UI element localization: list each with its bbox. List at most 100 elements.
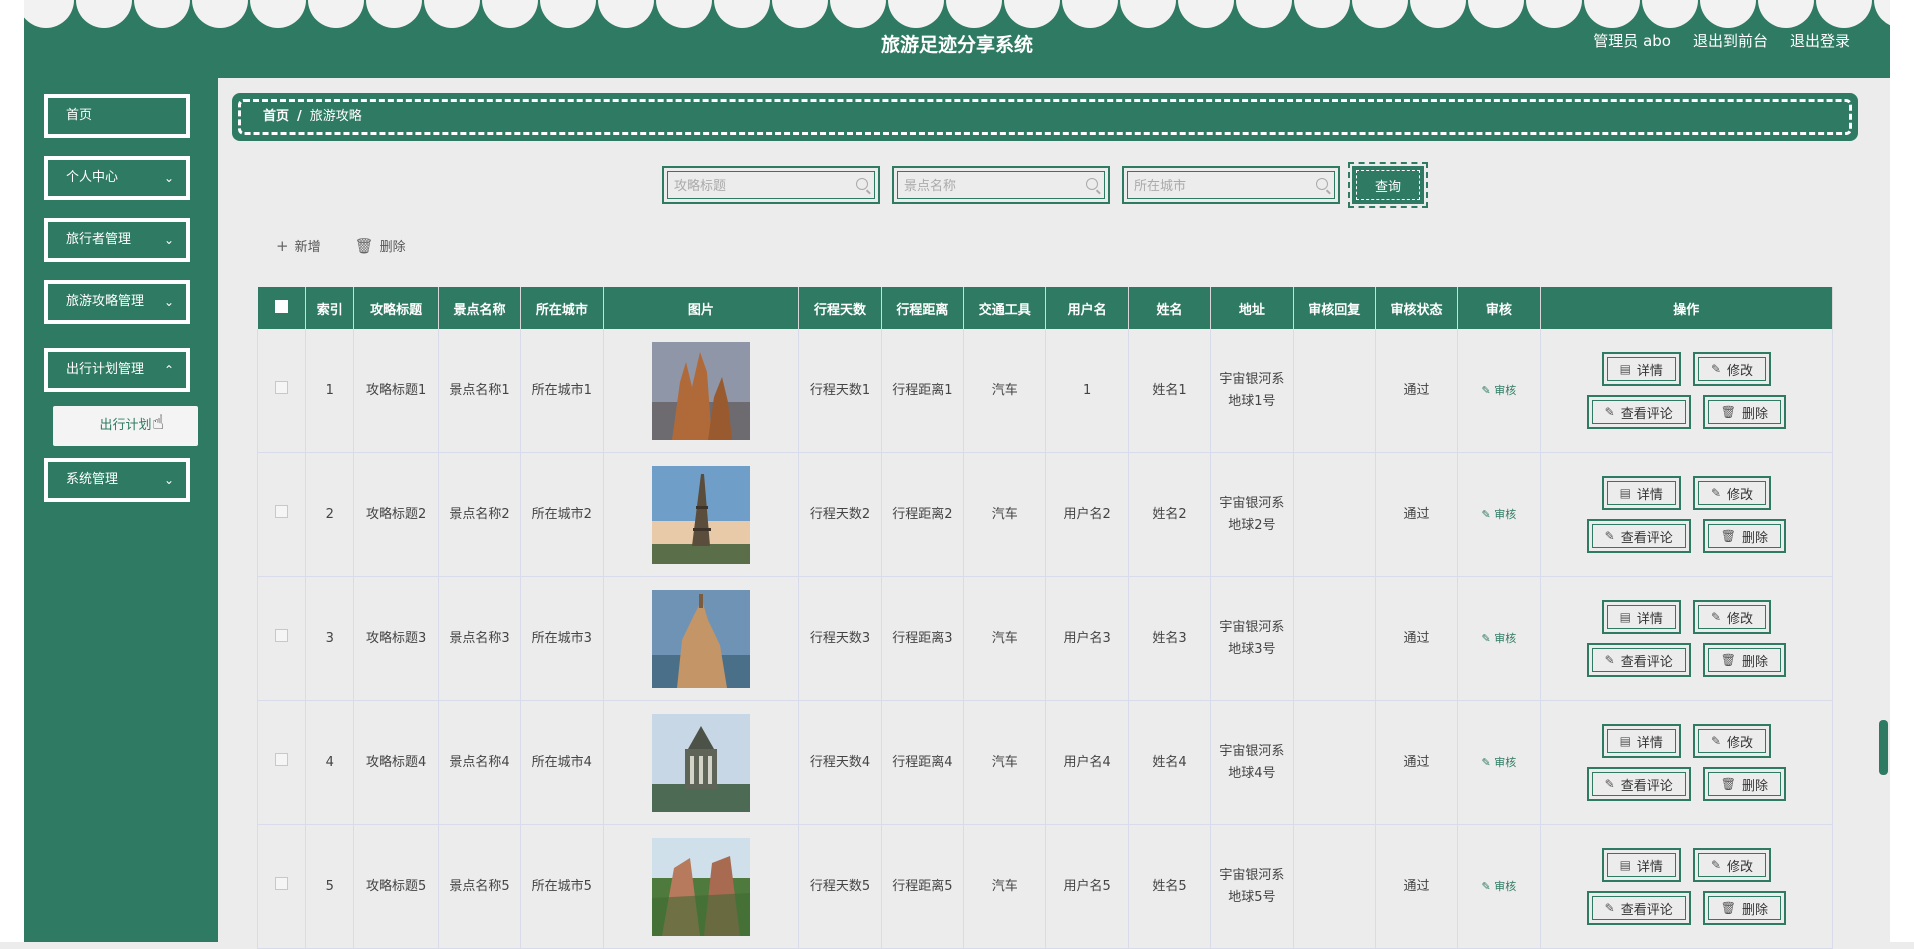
delete-row-button[interactable]: 🗑 删除 <box>1702 891 1786 925</box>
edit-button[interactable]: ✎ 修改 <box>1692 724 1772 758</box>
edit-button[interactable]: ✎ 修改 <box>1692 600 1772 634</box>
detail-button[interactable]: ▤ 详情 <box>1601 352 1681 386</box>
delete-row-button[interactable]: 🗑 删除 <box>1702 767 1786 801</box>
cell-name: 姓名2 <box>1128 452 1212 577</box>
breadcrumb-inner: 首页 / 旅游攻略 <box>238 99 1852 135</box>
guide-thumbnail[interactable] <box>651 589 750 688</box>
detail-button[interactable]: ▤ 详情 <box>1601 476 1681 510</box>
audit-cell: ✎ 审核 <box>1457 824 1541 949</box>
delete-row-button[interactable]: 🗑 删除 <box>1702 643 1786 677</box>
scallop-shape <box>1816 0 1872 28</box>
row-checkbox[interactable] <box>275 876 289 890</box>
scallop-shape <box>250 0 306 28</box>
scallop-shape <box>1642 0 1698 28</box>
audit-link[interactable]: ✎ 审核 <box>1482 632 1517 645</box>
row-checkbox[interactable] <box>275 380 289 394</box>
edit-icon: ✎ <box>1710 610 1721 624</box>
guide-thumbnail[interactable] <box>651 713 750 812</box>
audit-link[interactable]: ✎ 审核 <box>1482 880 1517 893</box>
back-to-front-link[interactable]: 退出到前台 <box>1693 30 1768 51</box>
view-comments-button-label: 查看评论 <box>1620 902 1673 918</box>
row-checkbox[interactable] <box>275 628 289 642</box>
chevron-down-icon: ⌄ <box>163 171 174 185</box>
image-cell <box>603 329 800 453</box>
edit-button[interactable]: ✎ 修改 <box>1692 352 1772 386</box>
audit-link[interactable]: ✎ 审核 <box>1482 384 1517 397</box>
view-comments-button[interactable]: ✎ 查看评论 <box>1586 643 1691 677</box>
window-left-margin <box>0 0 24 942</box>
guide-thumbnail[interactable] <box>651 465 750 564</box>
edit-button-label: 修改 <box>1727 735 1754 751</box>
view-comments-button[interactable]: ✎ 查看评论 <box>1586 767 1691 801</box>
sidebar-item-label: 旅行者管理 <box>66 232 132 247</box>
table-header-row: 索引 攻略标题 景点名称 所在城市 图片 行程天数 行程距离 交通工具 用户名 姓名 地址 审核回复审… <box>257 287 1834 329</box>
sidebar-item-trip-plan-management[interactable]: 出行计划管理 ⌃ <box>44 348 190 392</box>
document-icon: ▤ <box>1619 858 1631 872</box>
scallop-shape <box>24 0 74 28</box>
operations-group: ▤ 详情 ✎ 修改 ✎ 查看评论 🗑 删除 <box>1547 724 1826 801</box>
cell-distance: 行程距离4 <box>881 700 965 825</box>
scallop-shape <box>424 0 480 28</box>
query-button[interactable]: 查询 <box>1348 162 1428 208</box>
top-header: 旅游足迹分享系统 管理员 abo 退出到前台 退出登录 <box>24 0 1890 78</box>
cell-reply <box>1293 824 1376 949</box>
add-button[interactable]: + 新增 <box>276 236 321 256</box>
sidebar-item-traveler-management[interactable]: 旅行者管理 ⌄ <box>44 218 190 262</box>
cell-idx: 5 <box>305 824 355 949</box>
table-row: 4 攻略标题4 景点名称4 所在城市4 行程天数4 行程距离4 汽车 用户名4 姓名4 宇宙银河系… <box>256 700 1834 825</box>
cell-status: 通过 <box>1375 700 1459 825</box>
row-checkbox[interactable] <box>275 752 289 766</box>
audit-link[interactable]: ✎ 审核 <box>1482 756 1517 769</box>
scallop-shape <box>1874 0 1890 26</box>
view-comments-button[interactable]: ✎ 查看评论 <box>1586 519 1691 553</box>
document-icon: ▤ <box>1619 362 1631 376</box>
operations-cell: ▤ 详情 ✎ 修改 ✎ 查看评论 🗑 删除 <box>1540 824 1834 949</box>
sidebar-item-personal-center[interactable]: 个人中心 ⌄ <box>44 156 190 200</box>
audit-link[interactable]: ✎ 审核 <box>1482 508 1517 521</box>
city-search-input[interactable] <box>1132 174 1306 198</box>
view-comments-button[interactable]: ✎ 查看评论 <box>1586 395 1691 429</box>
row-checkbox[interactable] <box>275 504 289 518</box>
trash-icon: 🗑 <box>1720 405 1736 419</box>
row-checkbox-cell <box>256 700 307 825</box>
guide-thumbnail[interactable] <box>651 341 750 440</box>
edit-icon: ✎ <box>1481 507 1491 521</box>
cell-days: 行程天数3 <box>798 576 882 701</box>
scrollbar-thumb[interactable] <box>1879 720 1888 775</box>
delete-row-button[interactable]: 🗑 删除 <box>1702 395 1786 429</box>
delete-button[interactable]: 🗑 删除 <box>354 236 406 256</box>
sidebar-item-label: 首页 <box>66 108 93 123</box>
cell-title: 攻略标题5 <box>353 824 439 949</box>
edit-icon: ✎ <box>1710 362 1721 376</box>
sidebar-item-system-management[interactable]: 系统管理 ⌄ <box>44 458 190 502</box>
detail-button[interactable]: ▤ 详情 <box>1601 848 1681 882</box>
column-header: 行程距离 <box>881 287 965 329</box>
column-header[interactable] <box>257 287 307 329</box>
select-all-checkbox[interactable] <box>274 299 288 313</box>
sidebar-item-home[interactable]: 首页 <box>44 94 190 138</box>
cell-spot: 景点名称3 <box>438 576 522 701</box>
edit-button-label: 修改 <box>1727 859 1754 875</box>
operations-group: ▤ 详情 ✎ 修改 ✎ 查看评论 🗑 删除 <box>1547 848 1826 925</box>
spot-search-input[interactable] <box>902 174 1076 198</box>
column-header: 审核 <box>1457 287 1541 329</box>
trash-icon: 🗑 <box>354 236 374 255</box>
view-comments-button[interactable]: ✎ 查看评论 <box>1586 891 1691 925</box>
trash-icon: 🗑 <box>1720 529 1736 543</box>
scallop-shape <box>1410 0 1466 28</box>
title-search-input[interactable] <box>672 174 846 198</box>
guide-thumbnail[interactable] <box>651 837 750 936</box>
sidebar-subitem-trip-plan[interactable]: 出行计划 <box>53 406 198 446</box>
scallop-shape <box>1758 0 1814 28</box>
cell-name: 姓名5 <box>1128 824 1212 949</box>
scallop-shape <box>1700 0 1756 28</box>
spot-search-box <box>892 166 1110 204</box>
sidebar-item-guide-management[interactable]: 旅游攻略管理 ⌄ <box>44 280 190 324</box>
detail-button[interactable]: ▤ 详情 <box>1601 724 1681 758</box>
logout-link[interactable]: 退出登录 <box>1790 30 1850 51</box>
edit-button[interactable]: ✎ 修改 <box>1692 848 1772 882</box>
breadcrumb-home[interactable]: 首页 <box>263 109 289 124</box>
edit-button[interactable]: ✎ 修改 <box>1692 476 1772 510</box>
detail-button[interactable]: ▤ 详情 <box>1601 600 1681 634</box>
delete-row-button[interactable]: 🗑 删除 <box>1702 519 1786 553</box>
